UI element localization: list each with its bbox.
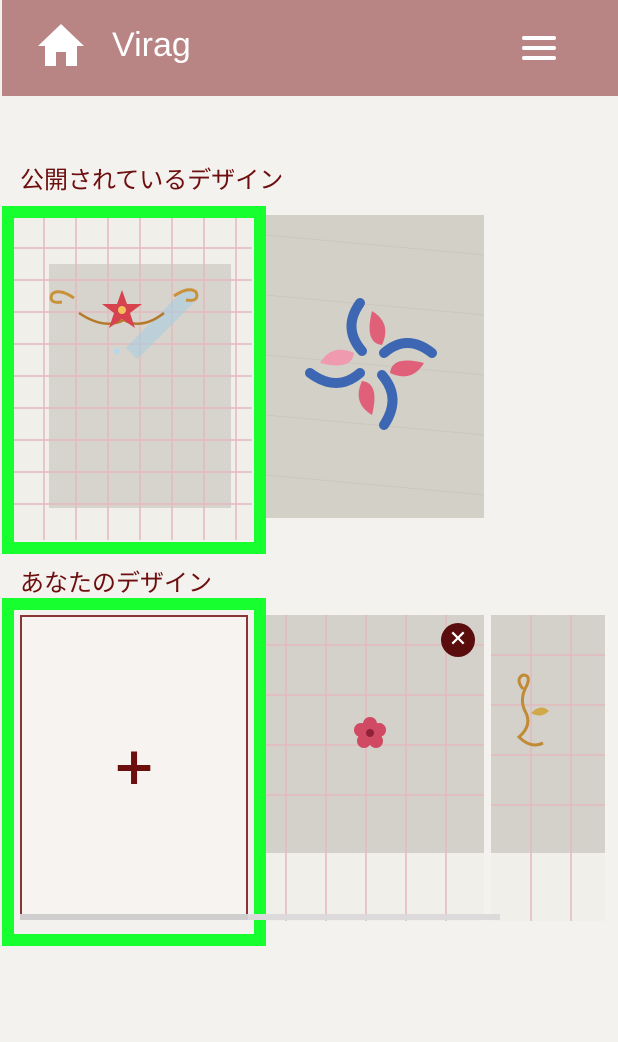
hamburger-menu-icon-line <box>522 46 556 50</box>
app-title: Virag <box>112 26 191 64</box>
delete-design-button[interactable]: ✕ <box>441 623 475 657</box>
hamburger-menu-icon-line <box>522 56 556 60</box>
hamburger-menu-button[interactable] <box>522 36 556 60</box>
embroidery-grid-strip <box>266 853 484 921</box>
scrollbar-thumb[interactable] <box>20 914 248 920</box>
public-design-card-tulip[interactable] <box>266 215 484 518</box>
public-design-card-star[interactable] <box>14 218 252 540</box>
blue-pink-tulip-embroidery-image <box>266 215 484 518</box>
home-button[interactable] <box>36 22 86 68</box>
hamburger-menu-icon <box>522 36 556 40</box>
your-designs-title: あなたのデザイン <box>20 569 212 597</box>
add-design-button[interactable]: + <box>20 615 248 918</box>
star-flourish-embroidery-image <box>14 218 252 540</box>
home-icon <box>38 24 84 66</box>
your-design-card-flower-lower <box>266 853 484 921</box>
your-design-card-swirl[interactable] <box>491 615 605 921</box>
public-designs-title: 公開されているデザイン <box>20 166 284 194</box>
app-header: Virag <box>2 0 618 96</box>
plus-icon: + <box>112 737 156 797</box>
horizontal-scrollbar[interactable] <box>20 914 500 920</box>
gold-swirl-embroidery-image <box>491 615 605 921</box>
